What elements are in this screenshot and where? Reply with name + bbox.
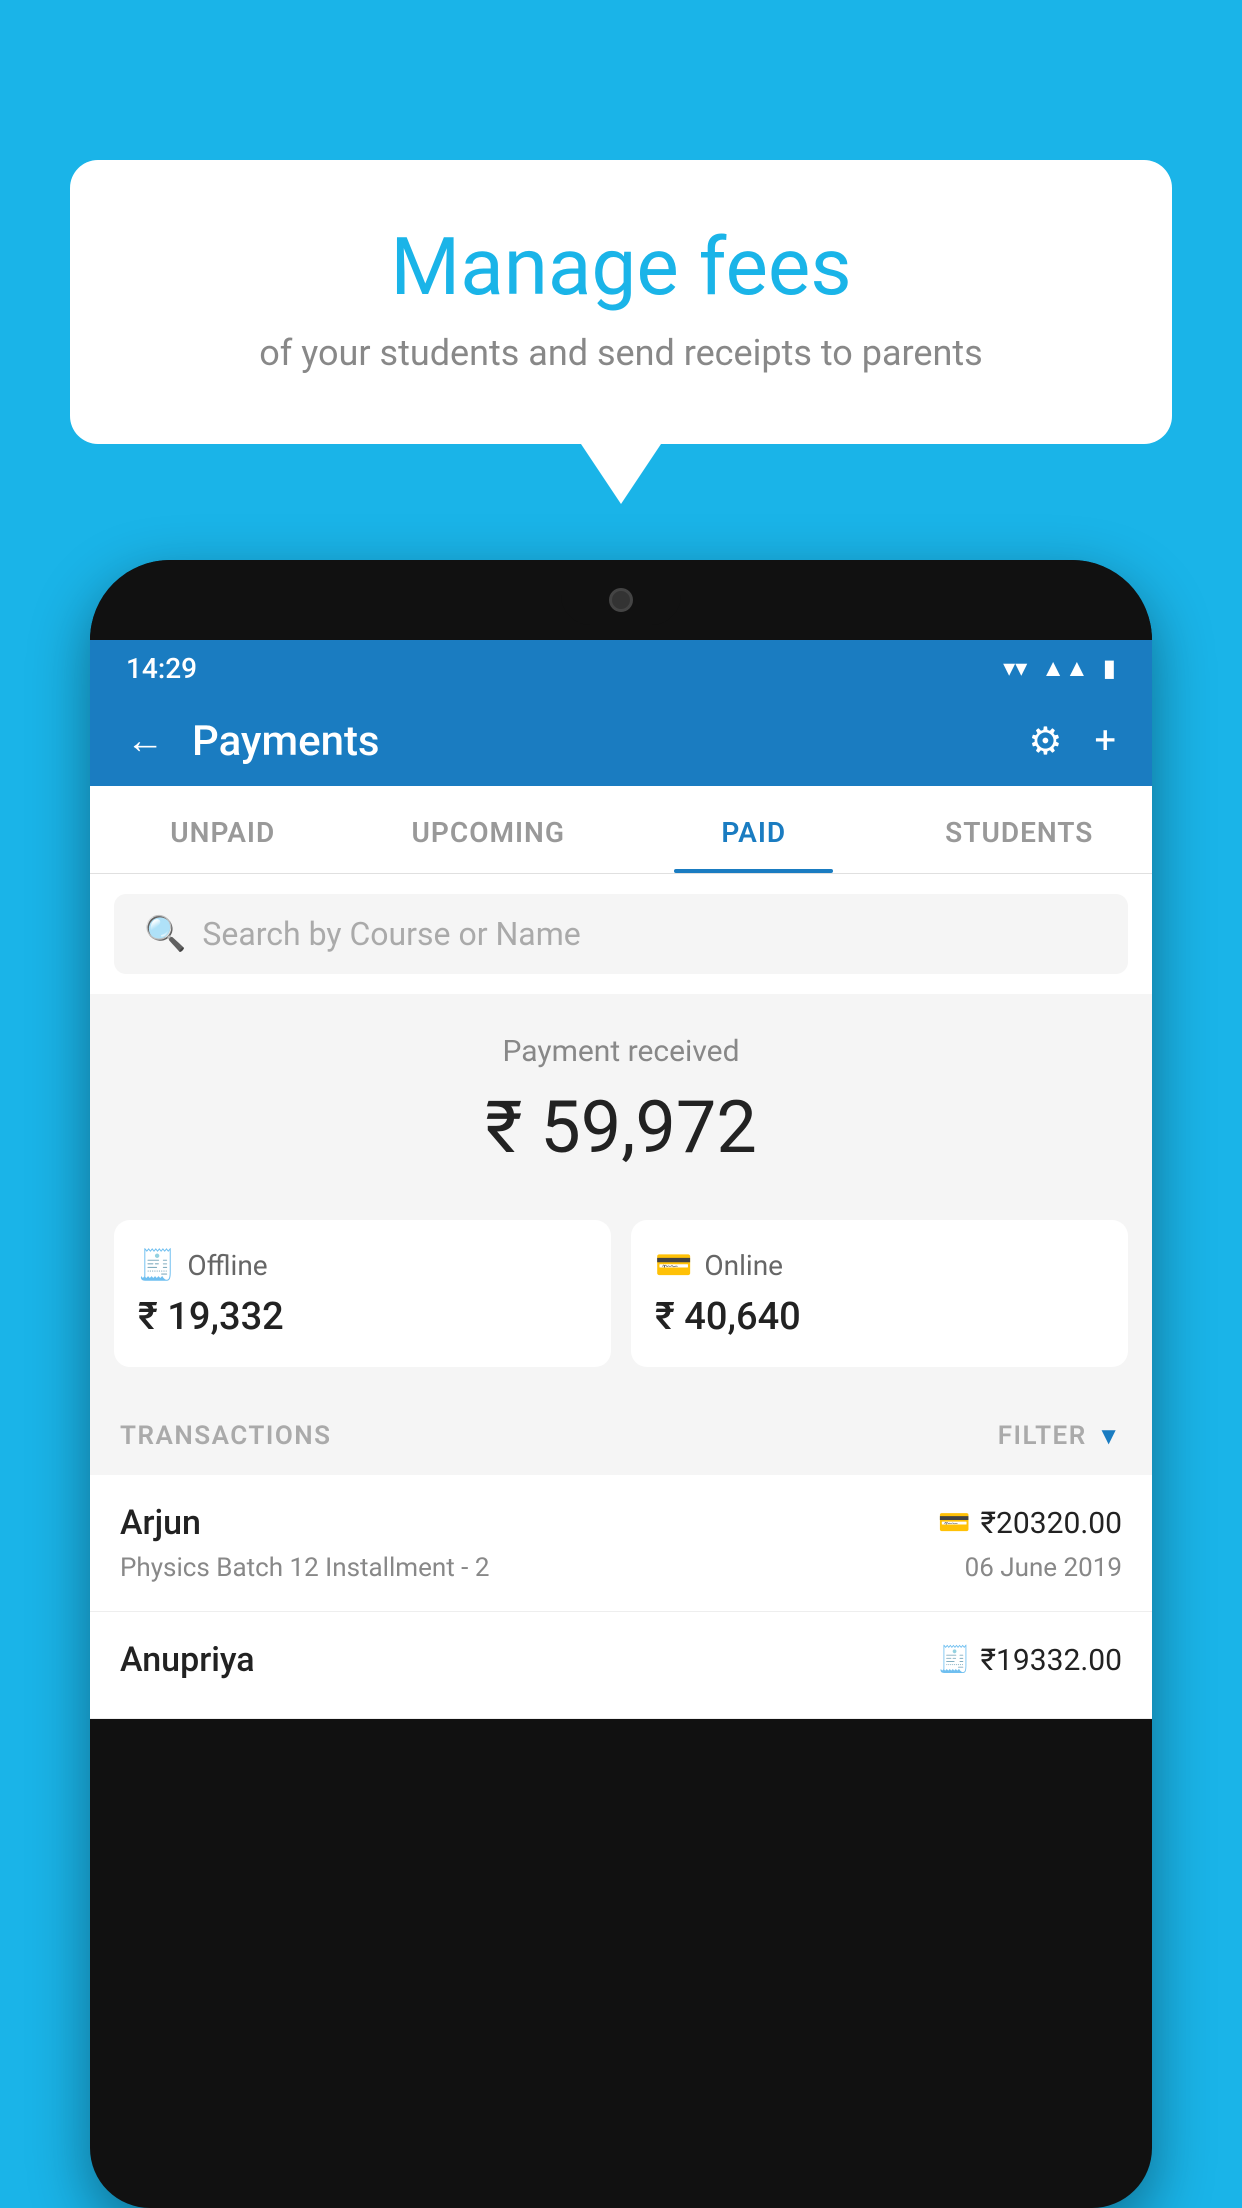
offline-amount: ₹ 19,332 bbox=[138, 1295, 587, 1339]
phone-top-bar bbox=[90, 560, 1152, 640]
gear-icon[interactable]: ⚙ bbox=[1028, 719, 1062, 764]
online-card: 💳 Online ₹ 40,640 bbox=[631, 1220, 1128, 1367]
transaction-top-1: Arjun 💳 ₹20320.00 bbox=[120, 1503, 1122, 1543]
speech-bubble: Manage fees of your students and send re… bbox=[70, 160, 1172, 444]
speech-bubble-subtitle: of your students and send receipts to pa… bbox=[150, 332, 1092, 374]
tab-upcoming[interactable]: UPCOMING bbox=[356, 786, 622, 873]
search-icon: 🔍 bbox=[144, 914, 186, 954]
offline-card-header: 🧾 Offline bbox=[138, 1248, 587, 1283]
transaction-amount-wrap-1: 💳 ₹20320.00 bbox=[938, 1506, 1122, 1541]
offline-card: 🧾 Offline ₹ 19,332 bbox=[114, 1220, 611, 1367]
search-placeholder: Search by Course or Name bbox=[202, 915, 580, 953]
speech-bubble-tail bbox=[581, 444, 661, 504]
payment-received-section: Payment received ₹ 59,972 bbox=[90, 994, 1152, 1200]
transaction-card-icon-1: 💳 bbox=[938, 1508, 970, 1538]
battery-icon: ▮ bbox=[1103, 654, 1116, 682]
tabs-bar: UNPAID UPCOMING PAID STUDENTS bbox=[90, 786, 1152, 874]
offline-label: Offline bbox=[187, 1249, 267, 1282]
header-icons: ⚙ + bbox=[1028, 719, 1116, 764]
table-row[interactable]: Anupriya 🧾 ₹19332.00 bbox=[90, 1612, 1152, 1719]
transaction-bottom-1: Physics Batch 12 Installment - 2 06 June… bbox=[120, 1553, 1122, 1583]
transaction-top-2: Anupriya 🧾 ₹19332.00 bbox=[120, 1640, 1122, 1680]
back-button[interactable]: ← bbox=[126, 719, 164, 763]
signal-icon: ▲▲ bbox=[1041, 654, 1089, 683]
search-container: 🔍 Search by Course or Name bbox=[90, 874, 1152, 994]
tab-students[interactable]: STUDENTS bbox=[887, 786, 1153, 873]
transaction-name-2: Anupriya bbox=[120, 1640, 255, 1680]
app-header: ← Payments ⚙ + bbox=[90, 696, 1152, 786]
filter-triangle-icon: ▼ bbox=[1097, 1422, 1122, 1451]
plus-icon[interactable]: + bbox=[1094, 719, 1116, 763]
filter-button[interactable]: FILTER ▼ bbox=[998, 1421, 1122, 1451]
header-title: Payments bbox=[192, 717, 1028, 766]
payment-cards: 🧾 Offline ₹ 19,332 💳 Online ₹ 40,640 bbox=[90, 1200, 1152, 1397]
payment-received-label: Payment received bbox=[90, 1034, 1152, 1069]
transactions-label: TRANSACTIONS bbox=[120, 1421, 332, 1451]
online-label: Online bbox=[704, 1249, 783, 1282]
offline-icon: 🧾 bbox=[138, 1248, 175, 1283]
online-card-header: 💳 Online bbox=[655, 1248, 1104, 1283]
payment-amount: ₹ 59,972 bbox=[90, 1085, 1152, 1170]
table-row[interactable]: Arjun 💳 ₹20320.00 Physics Batch 12 Insta… bbox=[90, 1475, 1152, 1612]
search-bar[interactable]: 🔍 Search by Course or Name bbox=[114, 894, 1128, 974]
online-icon: 💳 bbox=[655, 1248, 692, 1283]
speech-bubble-title: Manage fees bbox=[150, 220, 1092, 314]
wifi-icon: ▾▾ bbox=[1003, 654, 1027, 682]
transaction-amount-2: ₹19332.00 bbox=[981, 1643, 1122, 1678]
status-bar: 14:29 ▾▾ ▲▲ ▮ bbox=[90, 640, 1152, 696]
tab-unpaid[interactable]: UNPAID bbox=[90, 786, 356, 873]
online-amount: ₹ 40,640 bbox=[655, 1295, 1104, 1339]
phone-notch bbox=[561, 575, 681, 625]
transaction-cash-icon-2: 🧾 bbox=[938, 1645, 970, 1675]
transaction-amount-wrap-2: 🧾 ₹19332.00 bbox=[938, 1643, 1122, 1678]
filter-label: FILTER bbox=[998, 1421, 1087, 1451]
speech-bubble-container: Manage fees of your students and send re… bbox=[70, 160, 1172, 504]
transaction-date-1: 06 June 2019 bbox=[965, 1553, 1122, 1583]
transaction-course-1: Physics Batch 12 Installment - 2 bbox=[120, 1553, 489, 1583]
status-time: 14:29 bbox=[126, 652, 197, 685]
phone-camera bbox=[609, 588, 633, 612]
transaction-amount-1: ₹20320.00 bbox=[981, 1506, 1122, 1541]
phone-frame: 14:29 ▾▾ ▲▲ ▮ ← Payments ⚙ + UNPAID UPCO… bbox=[90, 560, 1152, 2208]
tab-paid[interactable]: PAID bbox=[621, 786, 887, 873]
app-content: 🔍 Search by Course or Name Payment recei… bbox=[90, 874, 1152, 1719]
transaction-name-1: Arjun bbox=[120, 1503, 201, 1543]
transactions-header: TRANSACTIONS FILTER ▼ bbox=[90, 1397, 1152, 1475]
status-icons: ▾▾ ▲▲ ▮ bbox=[1003, 654, 1116, 683]
